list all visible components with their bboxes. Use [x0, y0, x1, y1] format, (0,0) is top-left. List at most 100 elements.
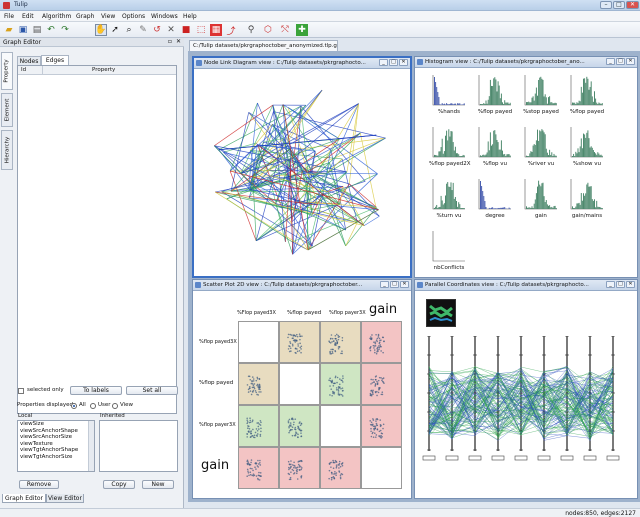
rect-select-icon[interactable]: ⬡ — [262, 24, 274, 36]
scatter-cell[interactable] — [279, 447, 320, 489]
edge-icon[interactable]: ⬚ — [195, 24, 207, 36]
scatter-cell[interactable] — [238, 405, 279, 447]
axis-label-box[interactable] — [491, 455, 505, 461]
histogram-cell[interactable]: %river vu — [521, 125, 561, 169]
maximize-button[interactable]: □ — [613, 1, 625, 9]
copy-button[interactable]: Copy — [103, 480, 135, 489]
minimize-button[interactable]: – — [600, 1, 612, 9]
minimize-icon[interactable]: _ — [606, 281, 615, 288]
remove-button[interactable]: Remove — [19, 480, 59, 489]
menu-edit[interactable]: Edit — [22, 13, 34, 20]
close-icon[interactable]: ✕ — [400, 281, 409, 288]
parallel-coordinates-view[interactable]: Parallel Coordinates view : C:/Tulip dat… — [414, 279, 638, 499]
tab-edges[interactable]: Edges — [41, 55, 69, 65]
axis-label-box[interactable] — [468, 455, 482, 461]
histogram-cell[interactable]: %flop payed — [475, 73, 515, 117]
redo-icon[interactable]: ↷ — [59, 24, 71, 36]
maximize-icon[interactable]: □ — [390, 281, 399, 288]
histogram-cell[interactable]: gain/mains — [567, 177, 607, 221]
list-item[interactable]: viewTexture — [18, 441, 94, 448]
set-all-button[interactable]: Set all — [126, 386, 178, 395]
list-item[interactable]: viewSrcAnchorShape — [18, 428, 94, 435]
histogram-cell[interactable]: %show vu — [567, 125, 607, 169]
histogram-view[interactable]: Histogram view : C:/Tulip datasets/pkrgr… — [414, 56, 638, 278]
histogram-cell[interactable]: %hands — [429, 73, 469, 117]
close-icon[interactable]: ✕ — [626, 281, 635, 288]
tab-view-editor[interactable]: View Editor — [46, 494, 84, 503]
scrollbar[interactable] — [88, 421, 94, 471]
minimize-icon[interactable]: _ — [606, 58, 615, 65]
list-item[interactable]: viewTgtAnchorSize — [18, 454, 94, 461]
scatter-plot-view[interactable]: Scatter Plot 2D view : C:/Tulip datasets… — [192, 279, 412, 499]
scatter-cell[interactable] — [320, 363, 361, 405]
close-icon[interactable]: ✕ — [399, 59, 408, 66]
menu-algorithm[interactable]: Algorithm — [42, 13, 71, 20]
tab-hierarchy[interactable]: Hierarchy — [1, 130, 13, 170]
list-item[interactable]: viewSize — [18, 421, 94, 428]
selected-only-checkbox[interactable] — [18, 388, 24, 394]
undo-icon[interactable]: ↶ — [45, 24, 57, 36]
node-icon[interactable]: ■ — [180, 24, 192, 36]
tab-graph-editor[interactable]: Graph Editor — [2, 494, 46, 503]
axis-label-box[interactable] — [537, 455, 551, 461]
histogram-cell[interactable]: %flop payed2X — [429, 125, 471, 169]
close-button[interactable]: ✕ — [626, 1, 639, 9]
minimize-icon[interactable]: _ — [380, 281, 389, 288]
scatter-cell[interactable] — [238, 321, 279, 363]
menu-windows[interactable]: Windows — [151, 13, 178, 20]
scatter-cell[interactable] — [279, 405, 320, 447]
scatter-cell[interactable] — [238, 447, 279, 489]
inherited-properties-list[interactable] — [99, 420, 178, 472]
close-icon[interactable]: ✕ — [626, 58, 635, 65]
menu-view[interactable]: View — [101, 13, 115, 20]
graph-drawing[interactable] — [194, 70, 410, 276]
tab-element[interactable]: Element — [1, 93, 13, 127]
list-item[interactable]: viewSrcAnchorSize — [18, 434, 94, 441]
shape-icon[interactable]: ▦ — [210, 24, 222, 36]
picker-icon[interactable]: ✎ — [137, 24, 149, 36]
menu-file[interactable]: File — [4, 13, 14, 20]
tab-nodes[interactable]: Nodes — [17, 56, 41, 65]
edit-icon[interactable]: ↺ — [151, 24, 163, 36]
maximize-icon[interactable]: □ — [616, 281, 625, 288]
hand-icon[interactable]: ✋ — [95, 24, 107, 36]
histogram-cell[interactable]: nbConflicts — [429, 229, 469, 273]
parallel-plot[interactable] — [419, 336, 633, 486]
radio-view[interactable] — [112, 403, 118, 409]
menu-options[interactable]: Options — [122, 13, 145, 20]
highlight-icon[interactable]: ✚ — [296, 24, 308, 36]
scatter-cell[interactable] — [361, 321, 402, 363]
menu-graph[interactable]: Graph — [76, 13, 94, 20]
float-icon[interactable]: ▫ — [168, 38, 172, 45]
magic-icon[interactable]: ⚲ — [245, 24, 257, 36]
radio-all[interactable] — [71, 403, 77, 409]
radio-user[interactable] — [90, 403, 96, 409]
scatter-cell[interactable] — [361, 363, 402, 405]
histogram-cell[interactable]: gain — [521, 177, 561, 221]
axis-label-box[interactable] — [514, 455, 528, 461]
scatter-cell[interactable] — [279, 363, 320, 405]
axis-label-box[interactable] — [606, 455, 620, 461]
scatter-cell[interactable] — [320, 447, 361, 489]
menu-help[interactable]: Help — [183, 13, 197, 20]
save-icon[interactable]: ▣ — [17, 24, 29, 36]
axis-label-box[interactable] — [445, 455, 459, 461]
close-panel-icon[interactable]: ✕ — [176, 38, 181, 45]
histogram-cell[interactable]: %flop vu — [475, 125, 515, 169]
delete-icon[interactable]: ✕ — [165, 24, 177, 36]
edges-table[interactable]: Id Property — [17, 65, 177, 414]
histogram-cell[interactable]: %flop payed — [567, 73, 607, 117]
histogram-cell[interactable]: %stop payed — [521, 73, 561, 117]
open-icon[interactable]: ▰ — [3, 24, 15, 36]
scatter-cell[interactable] — [361, 447, 402, 489]
zoom-icon[interactable]: ⌕ — [123, 24, 135, 36]
list-item[interactable]: viewTgtAnchorShape — [18, 447, 94, 454]
column-property[interactable]: Property — [92, 67, 115, 74]
bend-icon[interactable]: ⤴ — [225, 24, 237, 37]
tab-property[interactable]: Property — [1, 52, 13, 90]
column-id[interactable]: Id — [21, 67, 26, 74]
scatter-cell[interactable] — [320, 321, 361, 363]
lasso-icon[interactable]: ⤲ — [279, 24, 291, 36]
maximize-icon[interactable]: □ — [389, 59, 398, 66]
local-properties-list[interactable]: viewSize viewSrcAnchorShape viewSrcAncho… — [17, 420, 95, 472]
